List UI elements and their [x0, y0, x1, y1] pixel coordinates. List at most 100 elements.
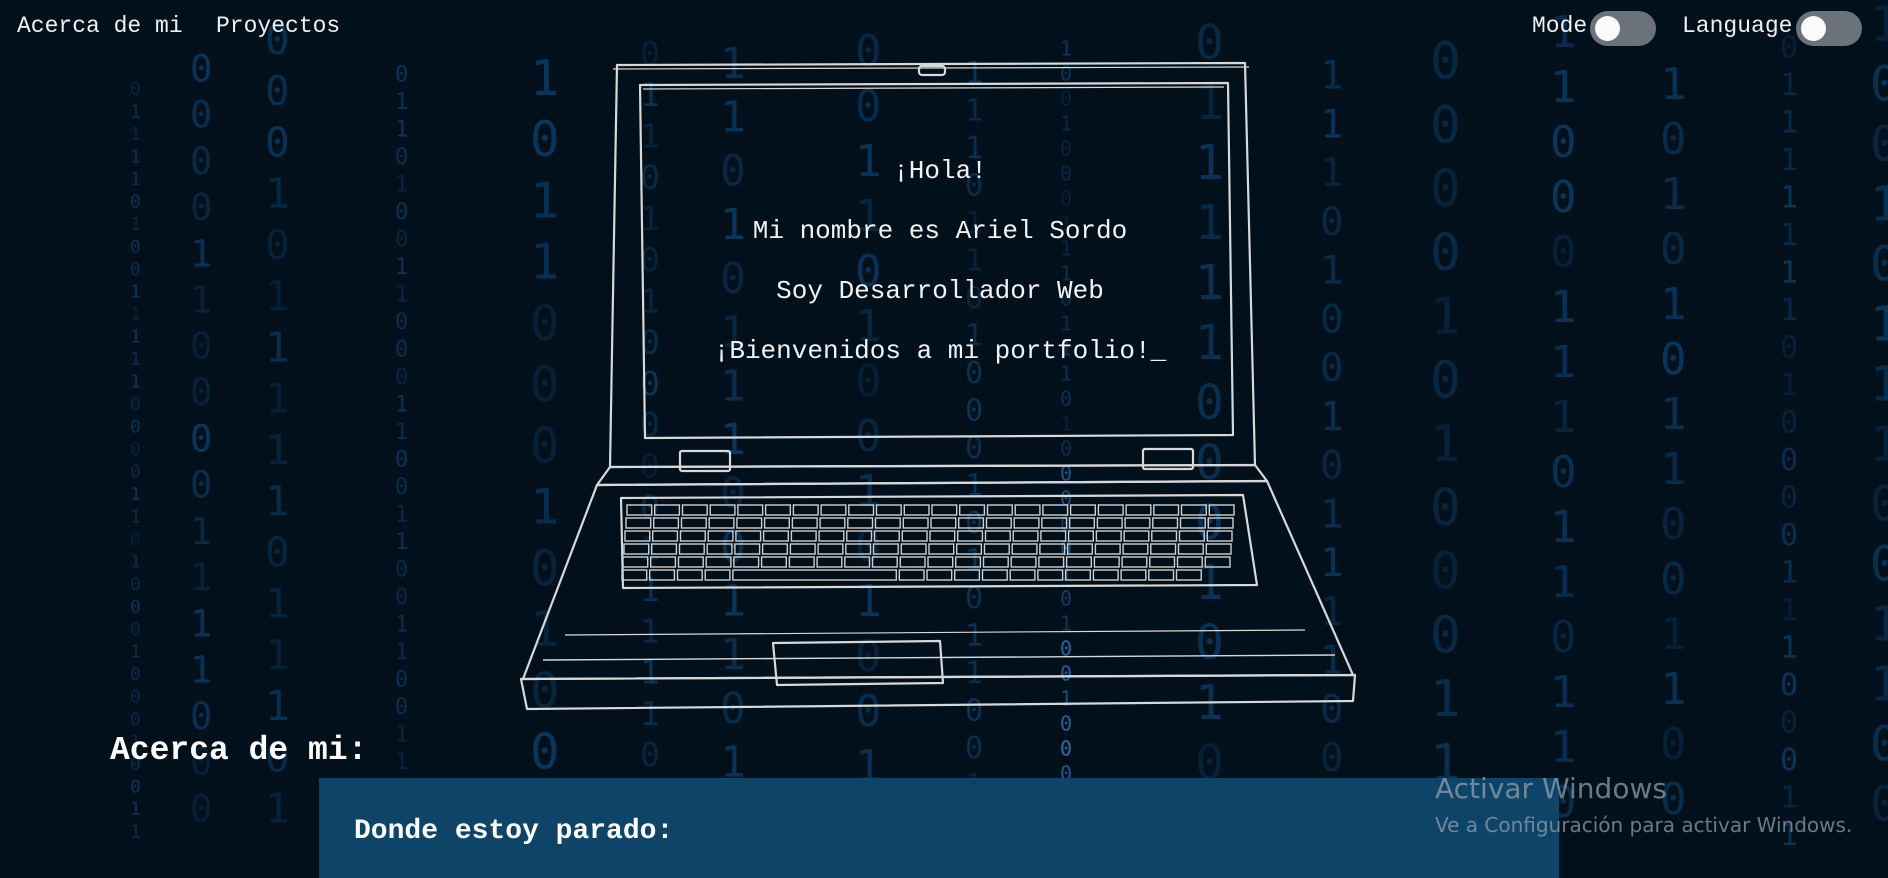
keyboard-key [1039, 543, 1066, 555]
binary-digit: 1 [190, 510, 212, 553]
binary-digit: 1 [1550, 392, 1577, 443]
binary-digit: 0 [130, 574, 141, 595]
keyboard-key [931, 504, 958, 516]
keyboard-key [1068, 517, 1095, 529]
binary-digit: 0 [130, 597, 141, 618]
binary-digit: 1 [1430, 288, 1461, 347]
keyboard-key [1042, 504, 1069, 516]
binary-digit: 1 [265, 477, 290, 525]
greeting-text: ¡Hola! [893, 156, 987, 186]
binary-digit: 0 [190, 94, 212, 137]
binary-digit: 0 [395, 62, 408, 87]
binary-digit: 1 [395, 502, 408, 527]
binary-digit: 1 [1870, 177, 1888, 233]
binary-digit: 0 [965, 731, 983, 766]
keyboard-key [1148, 569, 1175, 581]
keyboard-key [761, 543, 789, 555]
about-card-heading: Donde estoy parado: [354, 816, 674, 847]
binary-digit: 0 [130, 664, 141, 685]
binary-digit: 1 [130, 124, 141, 145]
keyboard-key [1095, 530, 1122, 542]
mode-toggle[interactable] [1590, 11, 1656, 46]
keyboard-key [899, 556, 926, 568]
binary-digit: 1 [1660, 664, 1687, 715]
keyboard-key [958, 517, 985, 529]
binary-digit: 0 [1550, 447, 1577, 498]
keyboard-key [737, 504, 764, 516]
binary-digit: 0 [1430, 351, 1461, 410]
keyboard-key [1014, 504, 1041, 516]
binary-digit: 1 [1870, 357, 1888, 413]
nav-link-about[interactable]: Acerca de mi [17, 13, 183, 39]
binary-digit: 1 [130, 327, 141, 348]
keyboard-key [762, 530, 790, 542]
binary-digit: 0 [1870, 477, 1888, 533]
binary-digit: 0 [1870, 117, 1888, 173]
welcome-text: ¡Bienvenidos a mi portfolio! [713, 336, 1151, 366]
binary-digit: 0 [190, 417, 212, 460]
keyboard-key [902, 517, 929, 529]
keyboard-key [653, 504, 681, 516]
binary-digit: 1 [395, 117, 408, 142]
keyboard-key [735, 530, 762, 542]
name-text: Mi nombre es Ariel Sordo [752, 216, 1128, 246]
binary-digit: 0 [130, 529, 141, 550]
keyboard-key [1208, 504, 1235, 516]
keyboard-key [1012, 530, 1039, 542]
binary-digit: 0 [1320, 736, 1343, 781]
binary-digit: 1 [1870, 417, 1888, 473]
binary-digit: 1 [130, 147, 141, 168]
keyboard-key [848, 504, 875, 516]
binary-digit: 0 [1780, 705, 1798, 740]
keyboard-key [981, 569, 1008, 581]
binary-digit: 1 [1430, 670, 1461, 729]
mode-label: Mode [1532, 13, 1588, 39]
binary-digit: 0 [1660, 334, 1687, 385]
keyboard-key [791, 517, 818, 529]
binary-digit: 1 [1780, 180, 1798, 215]
binary-digit: 1 [130, 822, 141, 843]
about-card: Donde estoy parado: [319, 778, 1559, 878]
binary-digit: 1 [395, 612, 408, 637]
keyboard-key [1065, 556, 1092, 568]
keyboard-key [845, 543, 872, 555]
keyboard-key [704, 569, 731, 581]
binary-digit: 1 [190, 279, 212, 322]
keyboard-key [1150, 543, 1177, 555]
keyboard-key [817, 543, 844, 555]
keyboard-key [678, 543, 705, 555]
keyboard-key [736, 517, 763, 529]
keyboard-key [679, 530, 706, 542]
binary-digit: 0 [265, 118, 290, 166]
keyboard-key [707, 530, 734, 542]
keyboard-key [763, 517, 791, 529]
binary-digit: 1 [1660, 169, 1687, 220]
binary-digit: 0 [190, 186, 212, 229]
binary-digit: 1 [395, 722, 408, 747]
language-label: Language [1682, 13, 1793, 39]
binary-digit: 0 [1430, 224, 1461, 283]
nav-link-projects[interactable]: Proyectos [216, 13, 340, 39]
binary-digit: 0 [265, 221, 290, 269]
binary-digit: 0 [395, 227, 408, 252]
language-toggle[interactable] [1796, 11, 1862, 46]
keyboard-key [1180, 504, 1207, 516]
binary-digit: 0 [130, 237, 141, 258]
keyboard-key [623, 543, 650, 555]
keyboard-key [1125, 504, 1152, 516]
keyboard-key [790, 530, 817, 542]
binary-digit: 1 [1660, 389, 1687, 440]
binary-digit: 1 [395, 750, 408, 775]
keyboard-key [1151, 530, 1178, 542]
keyboard-key [650, 543, 678, 555]
keyboard-key [903, 504, 930, 516]
keyboard-key [1179, 517, 1206, 529]
binary-digit: 1 [1780, 218, 1798, 253]
keyboard-key [956, 543, 983, 555]
binary-digit: 0 [1430, 479, 1461, 538]
binary-digit: 0 [1660, 224, 1687, 275]
windows-activation-watermark: Activar Windows Ve a Configuración para … [1435, 772, 1852, 837]
binary-digit: 1 [265, 323, 290, 371]
keyboard-key [985, 517, 1012, 529]
binary-digit: 0 [190, 371, 212, 414]
